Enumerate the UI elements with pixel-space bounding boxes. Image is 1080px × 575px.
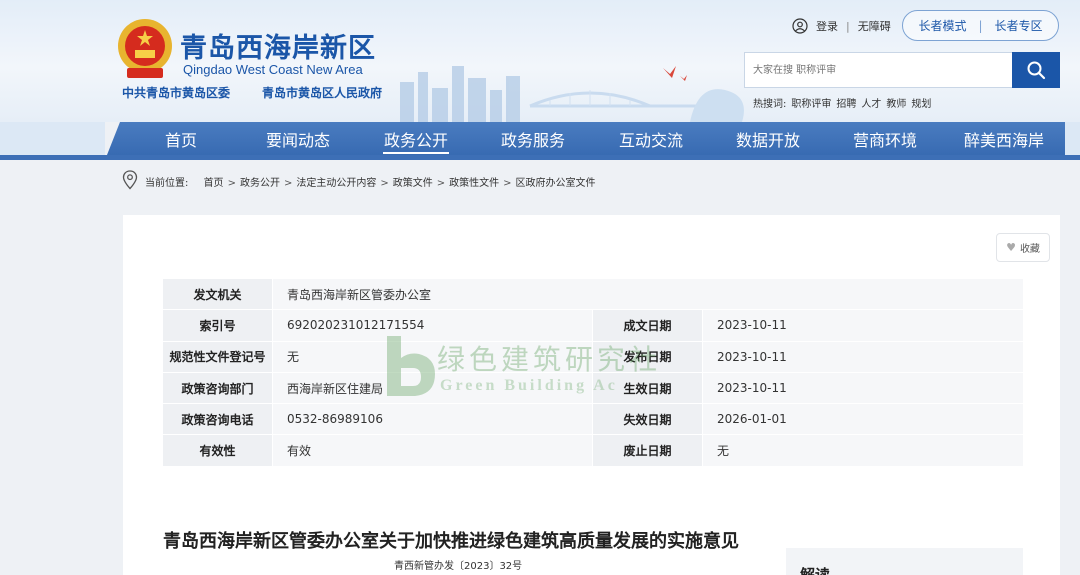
breadcrumb-item[interactable]: 政策性文件 [449,178,499,189]
formed-date-value: 2023-10-11 [702,309,1024,342]
breadcrumb-label: 当前位置: [145,178,189,189]
table-row: 有效性 有效 废止日期 无 [162,434,1024,467]
site-header: 青岛西海岸新区 Qingdao West Coast New Area 中共青岛… [0,0,1080,122]
favorite-button[interactable]: ♥ 收藏 [996,233,1050,262]
site-title: 青岛西海岸新区 [180,33,376,64]
user-icon[interactable] [792,18,808,34]
index-label: 索引号 [162,309,273,342]
divider: | [846,19,850,33]
nav-item-home[interactable]: 首页 [160,122,202,160]
department-label: 政策咨询部门 [162,371,273,405]
phone-value: 0532-86989106 [272,403,593,436]
hot-search-item[interactable]: 招聘 [836,99,856,110]
index-value: 6920202310121715​54 [272,309,593,342]
search-button[interactable] [1012,52,1060,88]
elder-zone-button[interactable]: 长者专区 [995,17,1043,34]
heart-icon: ♥ [1006,241,1016,254]
hot-search-item[interactable]: 职称评审 [791,99,831,110]
nav-item-scenery[interactable]: 醉美西海岸 [962,122,1046,160]
org-gov-link[interactable]: 青岛市黄岛区人民政府 [262,84,382,101]
breadcrumb-item[interactable]: 政务公开 [240,178,280,189]
city-skyline-illustration [400,66,744,122]
hot-search: 热搜词: 职称评审 招聘 人才 教师 规划 [753,95,936,110]
hot-search-item[interactable]: 人才 [861,99,881,110]
table-row: 发文机关 青岛西海岸新区管委办公室 [162,277,1024,311]
login-link[interactable]: 登录 [816,18,838,34]
table-row: 索引号 6920202310121715​54 成文日期 2023-10-11 [162,309,1024,342]
elder-mode-box: 长者模式 | 长者专区 [902,10,1059,41]
nav-item-news[interactable]: 要闻动态 [265,122,331,160]
org-party-link[interactable]: 中共青岛市黄岛区委 [122,84,230,101]
national-emblem-icon [118,19,172,78]
phone-label: 政策咨询电话 [162,403,273,436]
hot-search-item[interactable]: 教师 [886,99,906,110]
abolish-date-value: 无 [702,434,1024,467]
document-title: 青岛西海岸新区管委办公室关于加快推进绿色建筑高质量发展的实施意见 [163,531,739,552]
issuer-label: 发文机关 [162,277,273,311]
expire-date-value: 2026-01-01 [702,403,1024,436]
breadcrumb-separator: > [283,178,293,189]
elder-mode-button[interactable]: 长者模式 [918,17,966,34]
watermark-subtext: Green Building Ac [440,377,618,394]
table-row: 政策咨询电话 0532-86989106 失效日期 2026-01-01 [162,403,1024,436]
document-number: 青西新管办发〔2023〕32号 [394,561,523,572]
breadcrumb-item[interactable]: 区政府办公室文件 [516,178,596,189]
accessibility-link[interactable]: 无障碍 [858,18,891,34]
breadcrumb-separator: > [503,178,512,189]
nav-item-open-data[interactable]: 数据开放 [735,122,801,160]
abolish-date-label: 废止日期 [592,434,703,467]
nav-item-services[interactable]: 政务服务 [500,122,566,160]
breadcrumb-item[interactable]: 法定主动公开内容 [296,178,376,189]
nav-item-interaction[interactable]: 互动交流 [618,122,684,160]
hot-search-label: 热搜词: [753,99,787,110]
location-pin-icon [122,170,138,190]
hot-search-item[interactable]: 规划 [911,99,931,110]
interpretation-title: 解读 [800,566,831,575]
breadcrumb-item[interactable]: 首页 [204,178,224,189]
site-subtitle: Qingdao West Coast New Area [183,62,363,77]
breadcrumb-separator: > [436,178,446,189]
divider: | [978,18,983,33]
breadcrumb-item[interactable]: 政策文件 [393,178,433,189]
validity-label: 有效性 [162,434,273,467]
publish-date-value: 2023-10-11 [702,340,1024,373]
watermark-text: 绿色建筑研究社 [437,343,662,376]
login-area: 登录 | 无障碍 [792,17,891,35]
breadcrumb-separator: > [380,178,389,189]
formed-date-label: 成文日期 [592,309,703,342]
favorite-label: 收藏 [1019,244,1040,255]
registration-label: 规范性文件登记号 [162,340,273,373]
breadcrumb-separator: > [227,178,236,189]
issuer-value: 青岛西海岸新区管委办公室 [272,277,1024,311]
nav-item-gov-affairs[interactable]: 政务公开 [383,122,449,160]
breadcrumb: 当前位置: 首页 > 政务公开 > 法定主动公开内容 > 政策文件 > 政策性文件 > 区政府办公室… [145,174,596,189]
search-icon [1027,61,1046,80]
search-input[interactable] [744,52,1012,88]
nav-item-business[interactable]: 营商环境 [852,122,918,160]
effective-date-value: 2023-10-11 [702,371,1024,405]
expire-date-label: 失效日期 [592,403,703,436]
validity-value: 有效 [272,434,593,467]
